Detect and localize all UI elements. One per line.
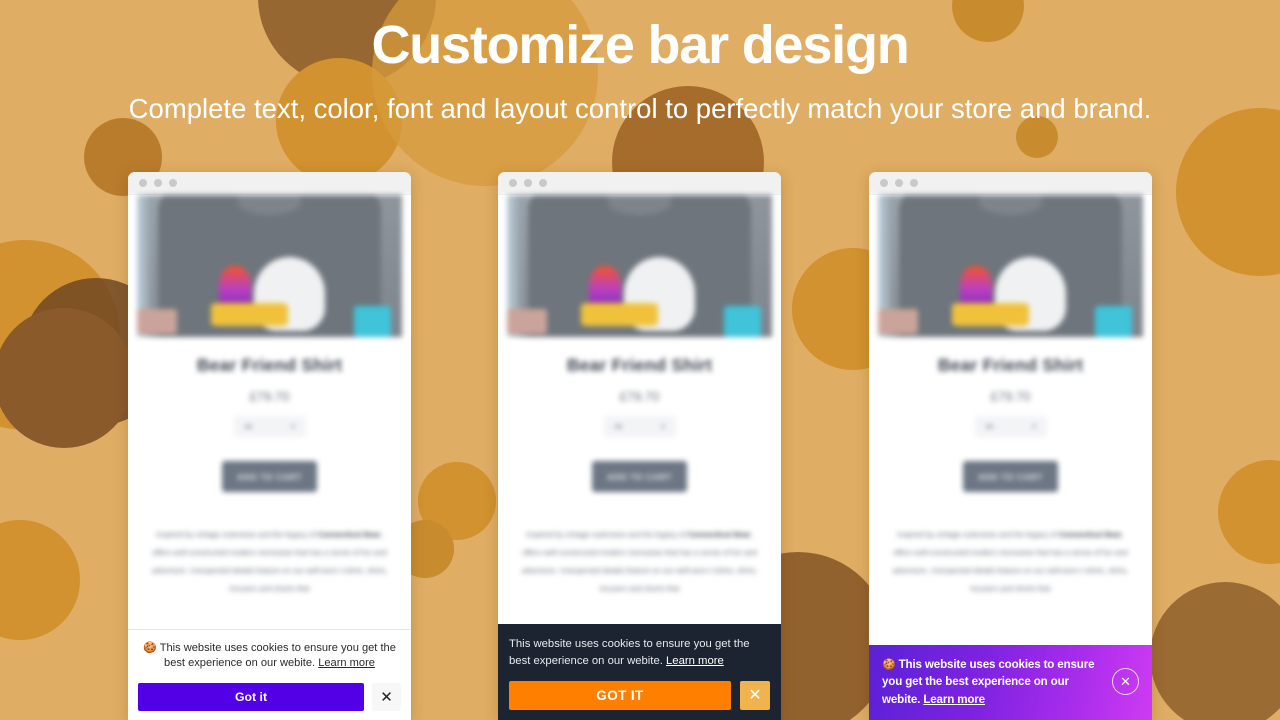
learn-more-link[interactable]: Learn more xyxy=(923,693,985,706)
page-title: Customize bar design xyxy=(371,15,909,75)
browser-window-row: Bear Friend Shirt £79.70 ADD TO CART Ins… xyxy=(0,172,1280,720)
product-title: Bear Friend Shirt xyxy=(566,355,713,375)
close-icon[interactable]: ✕ xyxy=(1112,668,1139,696)
product-price: £79.70 xyxy=(249,389,290,404)
cookie-bar-actions: Got it ✕ xyxy=(138,683,401,711)
product-title: Bear Friend Shirt xyxy=(196,355,343,375)
product-photo xyxy=(137,195,402,337)
store-page-content: Bear Friend Shirt £79.70 ADD TO CART Ins… xyxy=(869,195,1152,720)
browser-window-light: Bear Friend Shirt £79.70 ADD TO CART Ins… xyxy=(128,172,411,720)
size-select[interactable] xyxy=(974,416,1047,437)
description-brand: Connecticut Bear xyxy=(317,530,381,539)
cookie-bar-gradient: 🍪 This website uses cookies to ensure yo… xyxy=(869,644,1152,720)
window-titlebar xyxy=(498,172,781,195)
window-maximize-dot-icon[interactable] xyxy=(169,179,177,187)
description-lead: Inspired by vintage outerwear and the le… xyxy=(897,530,1057,539)
window-close-dot-icon[interactable] xyxy=(509,179,517,187)
product-title: Bear Friend Shirt xyxy=(937,355,1084,375)
page-header: Customize bar design Complete text, colo… xyxy=(0,0,1280,125)
browser-window-gradient: Bear Friend Shirt £79.70 ADD TO CART Ins… xyxy=(869,172,1152,720)
cookie-icon: 🍪 xyxy=(143,641,157,654)
product-price: £79.70 xyxy=(990,389,1031,404)
product-description: Inspired by vintage outerwear and the le… xyxy=(891,526,1130,597)
cookie-bar-text: 🍪 This website uses cookies to ensure yo… xyxy=(138,641,401,673)
add-to-cart-button[interactable]: ADD TO CART xyxy=(963,461,1058,492)
cookie-bar-actions: GOT IT ✕ xyxy=(509,681,770,710)
page-subtitle: Complete text, color, font and layout co… xyxy=(128,92,1152,124)
cookie-bar-light: 🍪 This website uses cookies to ensure yo… xyxy=(128,628,411,720)
close-icon[interactable]: ✕ xyxy=(372,683,401,711)
cookie-icon: 🍪 xyxy=(882,658,896,671)
learn-more-link[interactable]: Learn more xyxy=(318,657,375,669)
description-lead: Inspired by vintage outerwear and the le… xyxy=(526,530,686,539)
product-photo xyxy=(507,195,772,337)
window-minimize-dot-icon[interactable] xyxy=(895,179,903,187)
add-to-cart-button[interactable]: ADD TO CART xyxy=(222,461,317,492)
product-photo xyxy=(878,195,1143,337)
window-titlebar xyxy=(128,172,411,195)
window-titlebar xyxy=(869,172,1152,195)
description-lead: Inspired by vintage outerwear and the le… xyxy=(156,530,316,539)
add-to-cart-button[interactable]: ADD TO CART xyxy=(592,461,687,492)
accept-cookies-button[interactable]: GOT IT xyxy=(509,681,731,710)
learn-more-link[interactable]: Learn more xyxy=(666,655,724,667)
cookie-bar-text: This website uses cookies to ensure you … xyxy=(509,636,770,670)
size-select[interactable] xyxy=(603,416,676,437)
accept-cookies-button[interactable]: Got it xyxy=(138,683,364,711)
window-minimize-dot-icon[interactable] xyxy=(154,179,162,187)
description-rest: , offers well-constructed modern menswea… xyxy=(151,530,388,593)
product-description: Inspired by vintage outerwear and the le… xyxy=(520,526,759,597)
size-select[interactable] xyxy=(233,416,306,437)
description-brand: Connecticut Bear xyxy=(1058,530,1122,539)
window-maximize-dot-icon[interactable] xyxy=(910,179,918,187)
description-rest: , offers well-constructed modern menswea… xyxy=(521,530,758,593)
cookie-bar-message: This website uses cookies to ensure you … xyxy=(882,657,1095,706)
browser-window-dark: Bear Friend Shirt £79.70 ADD TO CART Ins… xyxy=(498,172,781,720)
window-close-dot-icon[interactable] xyxy=(139,179,147,187)
description-rest: , offers well-constructed modern menswea… xyxy=(892,530,1129,593)
product-price: £79.70 xyxy=(619,389,660,404)
description-brand: Connecticut Bear xyxy=(687,530,751,539)
cookie-bar-text: 🍪 This website uses cookies to ensure yo… xyxy=(882,656,1104,708)
close-icon[interactable]: ✕ xyxy=(740,681,770,710)
window-minimize-dot-icon[interactable] xyxy=(524,179,532,187)
window-maximize-dot-icon[interactable] xyxy=(539,179,547,187)
window-close-dot-icon[interactable] xyxy=(880,179,888,187)
product-description: Inspired by vintage outerwear and the le… xyxy=(150,526,389,597)
cookie-bar-dark: This website uses cookies to ensure you … xyxy=(498,624,781,720)
